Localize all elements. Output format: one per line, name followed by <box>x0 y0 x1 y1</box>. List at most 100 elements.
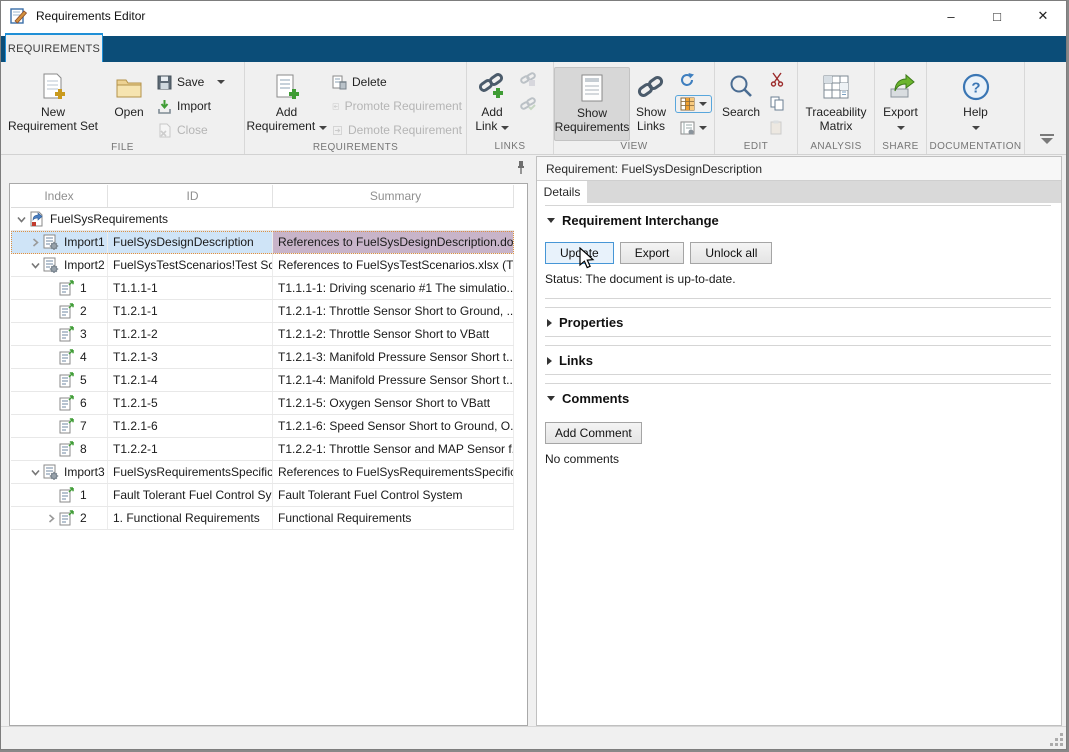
cell-summary[interactable]: References to FuelSysRequirementsSpecifi… <box>273 461 514 483</box>
add-requirement-caret[interactable] <box>319 126 327 130</box>
table-row[interactable]: 5T1.2.1-4T1.2.1-4: Manifold Pressure Sen… <box>11 369 514 392</box>
resize-grip[interactable] <box>1050 733 1063 746</box>
tab-details[interactable]: Details <box>537 181 587 203</box>
cell-id[interactable]: FuelSysDesignDescription <box>108 231 273 253</box>
cell-summary[interactable]: T1.2.1-3: Manifold Pressure Sensor Short… <box>273 346 514 368</box>
add-requirement-button[interactable]: Add Requirement <box>245 67 328 141</box>
rows-caret[interactable] <box>699 126 707 130</box>
table-row[interactable]: 6T1.2.1-5T1.2.1-5: Oxygen Sensor Short t… <box>11 392 514 415</box>
cell-id[interactable]: T1.2.1-5 <box>108 392 273 414</box>
table-row[interactable]: 1Fault Tolerant Fuel Control SystemFault… <box>11 484 514 507</box>
update-button[interactable]: Update <box>545 242 614 264</box>
cell-id[interactable]: FuelSysRequirementsSpecification <box>108 461 273 483</box>
requirement-interchange-header[interactable]: Requirement Interchange <box>545 205 1051 234</box>
column-header-summary[interactable]: Summary <box>273 185 514 207</box>
rows-dropdown[interactable] <box>672 116 714 140</box>
tree-chevron-icon[interactable] <box>28 238 42 247</box>
cell-summary[interactable]: T1.2.1-6: Speed Sensor Short to Ground, … <box>273 415 514 437</box>
table-row[interactable]: FuelSysRequirements <box>11 208 514 231</box>
new-requirement-set-button[interactable]: New Requirement Set <box>1 67 105 141</box>
help-button[interactable]: ? Help <box>946 67 1006 141</box>
cell-index[interactable]: 8 <box>11 438 108 460</box>
cut-button[interactable] <box>767 67 791 91</box>
cell-summary[interactable]: T1.2.1-2: Throttle Sensor Short to VBatt <box>273 323 514 345</box>
export-document-button[interactable]: Export <box>620 242 685 264</box>
close-button[interactable]: ✕ <box>1020 1 1066 31</box>
cell-summary[interactable]: T1.1.1-1: Driving scenario #1 The simula… <box>273 277 514 299</box>
cell-id[interactable]: Fault Tolerant Fuel Control System <box>108 484 273 506</box>
table-row[interactable]: 2T1.2.1-1T1.2.1-1: Throttle Sensor Short… <box>11 300 514 323</box>
cell-summary[interactable]: References to FuelSysTestScenarios.xlsx … <box>273 254 514 276</box>
import-button[interactable]: Import <box>153 94 241 118</box>
cell-index[interactable]: Import3 <box>11 461 108 483</box>
cell-id[interactable]: T1.2.1-6 <box>108 415 273 437</box>
cell-index[interactable]: 7 <box>11 415 108 437</box>
table-row[interactable]: 3T1.2.1-2T1.2.1-2: Throttle Sensor Short… <box>11 323 514 346</box>
table-row[interactable]: 7T1.2.1-6T1.2.1-6: Speed Sensor Short to… <box>11 415 514 438</box>
show-links-button[interactable]: Show Links <box>630 67 672 141</box>
columns-caret[interactable] <box>699 102 707 106</box>
cell-id[interactable]: T1.2.1-1 <box>108 300 273 322</box>
collapse-ribbon-icon[interactable] <box>1040 134 1054 144</box>
column-header-id[interactable]: ID <box>108 185 273 207</box>
copy-button[interactable] <box>767 91 791 115</box>
cell-index[interactable]: 2 <box>11 300 108 322</box>
cell-index[interactable]: 2 <box>11 507 108 529</box>
add-comment-button[interactable]: Add Comment <box>545 422 642 444</box>
table-row[interactable]: Import3FuelSysRequirementsSpecificationR… <box>11 461 514 484</box>
cell-id[interactable]: T1.2.1-3 <box>108 346 273 368</box>
column-header-index[interactable]: Index <box>11 185 108 207</box>
tree-chevron-icon[interactable] <box>28 468 42 477</box>
cell-index[interactable]: 1 <box>11 277 108 299</box>
cell-summary[interactable]: Functional Requirements <box>273 507 514 529</box>
cell-index[interactable]: 1 <box>11 484 108 506</box>
requirement-set-row[interactable]: FuelSysRequirements <box>11 208 514 230</box>
table-row[interactable]: 4T1.2.1-3T1.2.1-3: Manifold Pressure Sen… <box>11 346 514 369</box>
show-requirements-button[interactable]: Show Requirements <box>554 67 630 141</box>
add-link-caret[interactable] <box>501 126 509 130</box>
search-button[interactable]: Search <box>715 67 767 141</box>
cell-summary[interactable]: T1.2.1-1: Throttle Sensor Short to Groun… <box>273 300 514 322</box>
cell-id[interactable]: T1.2.1-2 <box>108 323 273 345</box>
cell-id[interactable]: T1.1.1-1 <box>108 277 273 299</box>
links-section-header[interactable]: Links <box>545 345 1051 375</box>
minimize-button[interactable]: – <box>928 1 974 31</box>
cell-id[interactable]: T1.2.1-4 <box>108 369 273 391</box>
open-button[interactable]: Open <box>105 67 153 141</box>
cell-summary[interactable]: T1.2.1-4: Manifold Pressure Sensor Short… <box>273 369 514 391</box>
table-row[interactable]: Import2FuelSysTestScenarios!Test Scen...… <box>11 254 514 277</box>
save-dropdown-caret[interactable] <box>217 80 225 84</box>
tree-chevron-icon[interactable] <box>14 215 28 224</box>
cell-summary[interactable]: Fault Tolerant Fuel Control System <box>273 484 514 506</box>
table-row[interactable]: 1T1.1.1-1T1.1.1-1: Driving scenario #1 T… <box>11 277 514 300</box>
cell-index[interactable]: Import1 <box>11 231 108 253</box>
refresh-view-button[interactable] <box>672 68 714 92</box>
unlock-all-button[interactable]: Unlock all <box>690 242 772 264</box>
cell-summary[interactable]: T1.2.2-1: Throttle Sensor and MAP Sensor… <box>273 438 514 460</box>
export-button[interactable]: Export <box>876 67 926 141</box>
cell-id[interactable]: FuelSysTestScenarios!Test Scen... <box>108 254 273 276</box>
columns-dropdown[interactable] <box>675 95 712 113</box>
cell-index[interactable]: Import2 <box>11 254 108 276</box>
delete-button[interactable]: Delete <box>328 70 466 94</box>
tree-chevron-icon[interactable] <box>44 514 58 523</box>
table-row[interactable]: 8T1.2.2-1T1.2.2-1: Throttle Sensor and M… <box>11 438 514 461</box>
maximize-button[interactable]: □ <box>974 1 1020 31</box>
comments-section-header[interactable]: Comments <box>545 383 1051 412</box>
cell-index[interactable]: 6 <box>11 392 108 414</box>
pin-icon[interactable] <box>515 160 527 176</box>
tree-chevron-icon[interactable] <box>28 261 42 270</box>
traceability-matrix-button[interactable]: Traceability Matrix <box>799 67 873 141</box>
cell-index[interactable]: 4 <box>11 346 108 368</box>
cell-index[interactable]: 5 <box>11 369 108 391</box>
help-caret[interactable] <box>972 126 980 130</box>
add-link-button[interactable]: Add Link <box>467 67 517 141</box>
table-row[interactable]: Import1FuelSysDesignDescriptionReference… <box>11 231 514 254</box>
cell-id[interactable]: 1. Functional Requirements <box>108 507 273 529</box>
export-caret[interactable] <box>897 126 905 130</box>
properties-section-header[interactable]: Properties <box>545 307 1051 337</box>
save-button[interactable]: Save <box>153 70 241 94</box>
table-row[interactable]: 21. Functional RequirementsFunctional Re… <box>11 507 514 530</box>
cell-summary[interactable]: References to FuelSysDesignDescription.d… <box>273 231 514 253</box>
cell-index[interactable]: 3 <box>11 323 108 345</box>
